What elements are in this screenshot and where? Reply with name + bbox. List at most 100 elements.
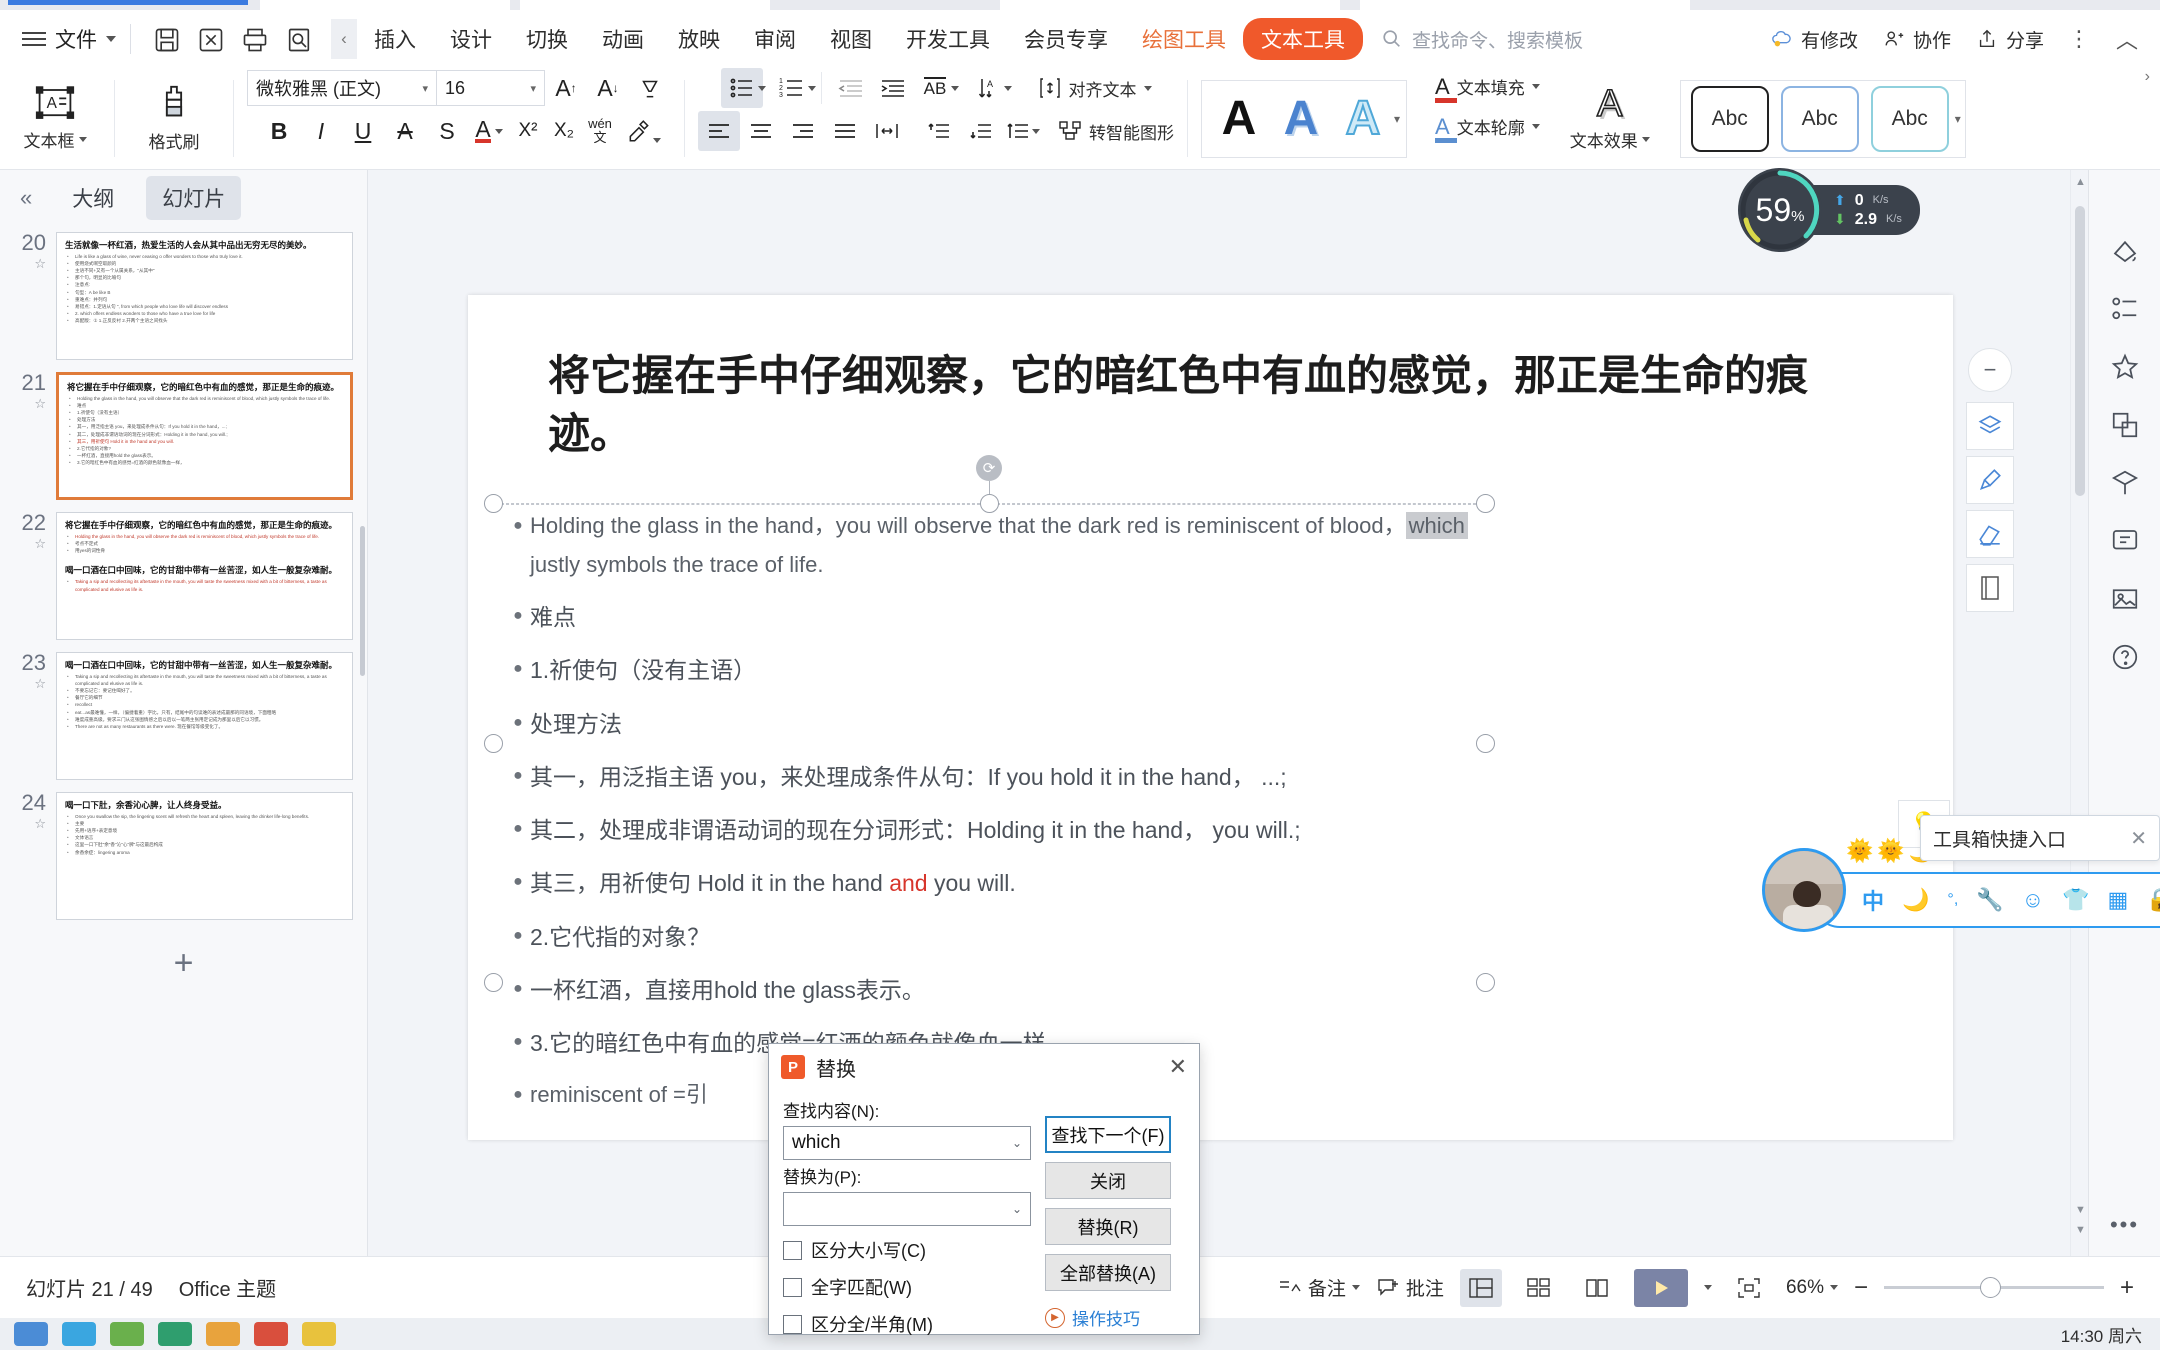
subscript-button[interactable]: X₂ (546, 111, 582, 151)
wordart-gallery[interactable]: A A A ▾ (1201, 79, 1408, 158)
ribbon-tab-developer[interactable]: 开发工具 (889, 24, 1007, 54)
ribbon-tab-drawing-tools[interactable]: 绘图工具 (1125, 24, 1243, 54)
textbox-button[interactable]: A 文本框 (9, 85, 101, 152)
slide-thumbnail[interactable]: 生活就像一杯红酒，热爱生活的人会从其中品出无穷无尽的美妙。 Life is lik… (56, 232, 353, 360)
app-menu-button[interactable]: 文件 (22, 24, 116, 54)
cloud-modified-button[interactable]: 有修改 (1770, 26, 1858, 53)
panel-scrollbar[interactable] (360, 526, 365, 676)
lock-icon[interactable]: 🔒 (2146, 887, 2160, 913)
slide-thumbnail[interactable]: 将它握在手中仔细观察，它的暗红色中有血的感觉，那正是生命的痕迹。 Holding … (56, 372, 353, 500)
taskbar-app-icon[interactable] (14, 1322, 48, 1346)
chevron-down-icon[interactable]: ⌄ (1012, 1136, 1022, 1150)
slide-bullet-line[interactable]: ● 处理方法 (506, 704, 1891, 744)
comments-button[interactable]: 批注 (1376, 1274, 1444, 1301)
camera-preview-avatar[interactable] (1762, 848, 1846, 932)
match-case-checkbox[interactable]: 区分大小写(C) (783, 1237, 1031, 1263)
ribbon-tab-review[interactable]: 审阅 (737, 24, 813, 54)
ribbon-tab-slideshow[interactable]: 放映 (661, 24, 737, 54)
underline-button[interactable]: U (342, 111, 384, 151)
slide-title[interactable]: 将它握在手中仔细观察，它的暗红色中有血的感觉，那正是生命的痕迹。 (548, 347, 1868, 463)
window-tab[interactable] (1000, 0, 1340, 10)
taskbar-app-icon[interactable] (158, 1322, 192, 1346)
design-ideas-icon[interactable] (2103, 520, 2147, 562)
close-icon[interactable]: ✕ (2130, 826, 2147, 851)
window-tab[interactable] (1360, 0, 1690, 10)
search-command-box[interactable]: 查找命令、搜索模板 (1381, 26, 1583, 53)
scroll-down-icon[interactable]: ▼ (2075, 1204, 2086, 1216)
wrench-icon[interactable]: 🔧 (1976, 887, 2003, 913)
ribbon-tab-insert[interactable]: 插入 (357, 24, 433, 54)
scroll-up-icon[interactable]: ▲ (2075, 176, 2086, 188)
sun-icon[interactable]: 🌞 (1877, 838, 1904, 864)
print-preview-icon[interactable] (281, 22, 317, 56)
slide-thumbnail-row[interactable]: 23☆ 喝一口酒在口中回味，它的甘甜中带有一丝苦涩，如人生一般复杂难耐。 Takin… (0, 646, 367, 786)
close-button[interactable]: 关闭 (1045, 1162, 1171, 1199)
slide-thumbnail-row[interactable]: 22☆ 将它握在手中仔细观察，它的暗红色中有血的感觉，那正是生命的痕迹。 Holdi… (0, 506, 367, 646)
align-center-icon[interactable] (740, 111, 782, 151)
ribbon-tab-transition[interactable]: 切换 (509, 24, 585, 54)
skin-icon[interactable]: 👕 (2062, 887, 2089, 913)
window-tab[interactable] (260, 0, 510, 10)
text-outline-button[interactable]: A 文本轮廓 (1435, 108, 1540, 145)
zoom-out-circle-icon[interactable]: − (1968, 348, 2012, 392)
slide-thumbnail-row[interactable]: 21☆ 将它握在手中仔细观察，它的暗红色中有血的感觉，那正是生命的痕迹。 Holdi… (0, 366, 367, 506)
selection-pane-icon[interactable] (2103, 462, 2147, 504)
rail-more-icon[interactable]: ••• (2110, 1212, 2139, 1238)
smartart-button[interactable]: 转智能图形 (1058, 119, 1174, 144)
slide-bullet-line[interactable]: ● 一杯红酒，直接用hold the glass表示。 (506, 970, 1891, 1010)
smiley-icon[interactable]: ☺ (2022, 887, 2044, 913)
selection-handle[interactable] (484, 734, 503, 753)
slideshow-options-icon[interactable] (1703, 1285, 1712, 1290)
find-next-button[interactable]: 查找下一个(F) (1045, 1116, 1171, 1153)
align-left-icon[interactable] (698, 111, 740, 151)
taskbar-app-icon[interactable] (110, 1322, 144, 1346)
taskbar-app-icon[interactable] (302, 1322, 336, 1346)
selection-handle[interactable] (484, 494, 503, 513)
save-icon[interactable] (149, 22, 185, 56)
slide-thumbnail-row[interactable]: 24☆ 喝一口下肚，余香沁心脾，让人终身受益。 Once you swallow t… (0, 786, 367, 926)
zoom-level[interactable]: 66% (1786, 1277, 1838, 1299)
normal-view-icon[interactable] (1459, 1268, 1502, 1307)
match-width-checkbox[interactable]: 区分全/半角(M) (783, 1311, 1031, 1337)
increase-indent-icon[interactable] (872, 68, 914, 108)
operation-tips-link[interactable]: ▶ 操作技巧 (1045, 1305, 1171, 1330)
quick-toolbox-bar[interactable]: 中 🌙 °, 🔧 ☺ 👕 ▦ 🔒 (1812, 872, 2160, 928)
sort-icon[interactable]: A (970, 68, 1020, 108)
wordart-gallery-more-icon[interactable]: ▾ (1394, 112, 1400, 126)
network-monitor-widget[interactable]: 59% ⬆ 0 K/s ⬇ 2.9 K/s (1738, 168, 1920, 252)
space-after-icon[interactable] (960, 111, 1002, 151)
chevron-down-icon[interactable]: ⌄ (1012, 1202, 1022, 1216)
zoom-slider-knob[interactable] (1979, 1277, 2001, 1298)
slide-bullet-line[interactable]: ● 其三，用祈使句 Hold it in the hand and you wil… (506, 863, 1891, 903)
grow-font-button[interactable]: A ↑ (545, 68, 587, 108)
wordart-style-3[interactable]: A (1332, 91, 1394, 146)
format-painter-button[interactable]: 格式刷 (128, 84, 220, 153)
shape-style-1[interactable]: Abc (1690, 85, 1769, 152)
taskbar-app-icon[interactable] (254, 1322, 288, 1346)
layers-panel-icon[interactable] (2103, 404, 2147, 446)
notes-button[interactable]: 备注 (1278, 1274, 1360, 1301)
slide-bullet-line[interactable]: ● 1.祈使句（没有主语） (506, 650, 1891, 690)
distribute-icon[interactable] (866, 111, 908, 151)
font-name-input[interactable]: 微软雅黑 (正文) ▾ (247, 70, 437, 106)
slide-bullet-line[interactable]: ● 2.它代指的对象？ (506, 917, 1891, 957)
zoom-in-button[interactable]: + (2120, 1274, 2134, 1302)
zoom-slider[interactable] (1883, 1277, 2104, 1298)
print-icon[interactable] (237, 22, 273, 56)
wordart-style-2[interactable]: A (1270, 91, 1332, 146)
slide-bullet-line[interactable]: ● Holding the glass in the hand，you will … (506, 507, 1891, 584)
slide-thumbnail-list[interactable]: 20☆ 生活就像一杯红酒，热爱生活的人会从其中品出无穷无尽的美妙。 Life is … (0, 226, 367, 1256)
chevron-down-icon[interactable]: ▾ (530, 82, 536, 95)
share-button[interactable]: 分享 (1975, 26, 2044, 53)
bold-button[interactable]: B (258, 111, 300, 151)
ribbon-tab-animation[interactable]: 动画 (585, 24, 661, 54)
text-effect-button[interactable]: A 文本效果 (1558, 84, 1662, 152)
text-fill-button[interactable]: A 文本填充 (1435, 68, 1540, 105)
shape-style-2[interactable]: Abc (1780, 85, 1859, 152)
taskbar-clock[interactable]: 14:30 周六 (2061, 1322, 2160, 1347)
ribbon-tab-design[interactable]: 设计 (433, 24, 509, 54)
slide-thumbnail-row[interactable]: 20☆ 生活就像一杯红酒，热爱生活的人会从其中品出无穷无尽的美妙。 Life is … (0, 226, 367, 366)
replace-input[interactable]: ⌄ (783, 1192, 1031, 1226)
tab-outline[interactable]: 大纲 (56, 176, 130, 220)
chevron-down-icon[interactable]: ▾ (422, 82, 428, 95)
